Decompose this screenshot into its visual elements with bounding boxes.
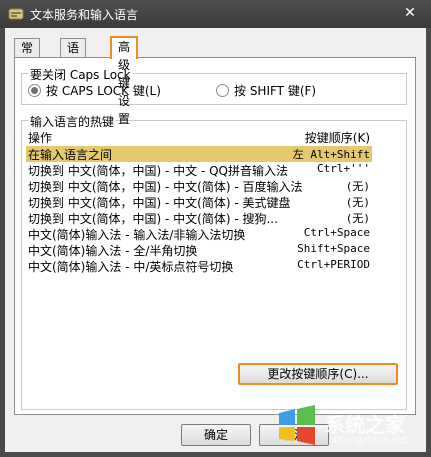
button-label: 更改按键顺序(C)... (267, 367, 369, 381)
radio-unselected-icon (216, 84, 229, 97)
radio-shift[interactable]: 按 SHIFT 键(F) (216, 82, 316, 99)
column-header-key[interactable]: 按键顺序(K) (305, 129, 370, 145)
windows-logo-icon (279, 405, 315, 445)
row-key: (无) (345, 212, 370, 225)
row-action: 切换到 中文(简体，中国) - 中文 - QQ拼音输入法 (28, 164, 288, 178)
tab-advanced-key-settings[interactable]: 高级键设置 (110, 36, 139, 126)
row-key: Shift+Space (297, 242, 370, 255)
row-action: 切换到 中文(简体，中国) - 中文(简体) - 百度输入法 (28, 180, 303, 194)
hotkey-list[interactable]: 操作 按键顺序(K) 在输入语言之间 左 Alt+Shift 切换到 中文(简体… (26, 129, 376, 355)
row-key: (无) (345, 196, 370, 209)
title-bar[interactable]: 文本服务和输入语言 ✕ (0, 0, 431, 28)
tab-page: 要关闭 Caps Lock 按 CAPS LOCK 键(L) 按 SHIFT 键… (14, 57, 416, 415)
row-action: 切换到 中文(简体，中国) - 中文(简体) - 美式键盘 (28, 196, 291, 210)
list-item[interactable]: 切换到 中文(简体，中国) - 中文(简体) - 美式键盘 (无) (26, 194, 372, 210)
tab-general[interactable]: 常规 (14, 38, 41, 73)
row-key: 左 Alt+Shift (292, 148, 370, 161)
watermark-url: xitongzhijia.net (331, 435, 409, 446)
row-key: Ctrl+PERIOD (297, 258, 370, 271)
radio-selected-icon (28, 84, 41, 97)
list-item[interactable]: 在输入语言之间 左 Alt+Shift (26, 146, 372, 162)
radio-label: 按 SHIFT 键(F) (234, 84, 317, 98)
list-item[interactable]: 中文(简体)输入法 - 输入法/非输入法切换 Ctrl+Space (26, 226, 372, 242)
list-item[interactable]: 切换到 中文(简体，中国) - 中文(简体) - 搜狗... (无) (26, 210, 372, 226)
row-action: 切换到 中文(简体，中国) - 中文(简体) - 搜狗... (28, 212, 278, 226)
list-item[interactable]: 中文(简体)输入法 - 中/英标点符号切换 Ctrl+PERIOD (26, 258, 372, 274)
tab-label: 高级键设置 (118, 40, 131, 126)
group-title: 要关闭 Caps Lock (28, 66, 133, 83)
hotkeys-group: 输入语言的热键 操作 按键顺序(K) 在输入语言之间 左 Alt+Shift 切… (21, 113, 407, 410)
caps-lock-group: 要关闭 Caps Lock 按 CAPS LOCK 键(L) 按 SHIFT 键… (21, 66, 407, 105)
dialog-body: 常规 语言栏 高级键设置 要关闭 Caps Lock 按 CAPS LOCK 键… (5, 28, 426, 452)
row-action: 中文(简体)输入法 - 输入法/非输入法切换 (28, 228, 246, 242)
list-item[interactable]: 切换到 中文(简体，中国) - 中文(简体) - 百度输入法 (无) (26, 178, 372, 194)
watermark: 系统之家 xitongzhijia.net (273, 403, 423, 451)
tab-language-bar[interactable]: 语言栏 (60, 38, 87, 91)
change-key-sequence-button[interactable]: 更改按键顺序(C)... (238, 363, 398, 385)
list-item[interactable]: 切换到 中文(简体，中国) - 中文 - QQ拼音输入法 Ctrl+''' (26, 162, 372, 178)
watermark-text: 系统之家 (325, 413, 405, 437)
dialog-window: 文本服务和输入语言 ✕ 常规 语言栏 高级键设置 要关闭 Caps Lock 按… (0, 0, 431, 457)
keyboard-icon (8, 8, 24, 20)
ok-button[interactable]: 确定 (181, 424, 251, 446)
row-key: Ctrl+''' (317, 162, 370, 175)
group-title: 输入语言的热键 (28, 113, 117, 130)
radio-label: 按 CAPS LOCK 键(L) (46, 84, 161, 98)
row-action: 在输入语言之间 (28, 148, 113, 162)
window-title: 文本服务和输入语言 (30, 8, 139, 22)
row-action: 中文(简体)输入法 - 全/半角切换 (28, 244, 198, 258)
button-label: 确定 (203, 428, 228, 442)
list-item[interactable]: 中文(简体)输入法 - 全/半角切换 Shift+Space (26, 242, 372, 258)
column-header-action[interactable]: 操作 (28, 129, 52, 145)
close-button[interactable]: ✕ (399, 2, 421, 24)
row-action: 中文(简体)输入法 - 中/英标点符号切换 (28, 260, 234, 274)
row-key: Ctrl+Space (303, 226, 370, 239)
radio-caps-lock[interactable]: 按 CAPS LOCK 键(L) (28, 82, 161, 99)
row-key: (无) (345, 180, 370, 193)
